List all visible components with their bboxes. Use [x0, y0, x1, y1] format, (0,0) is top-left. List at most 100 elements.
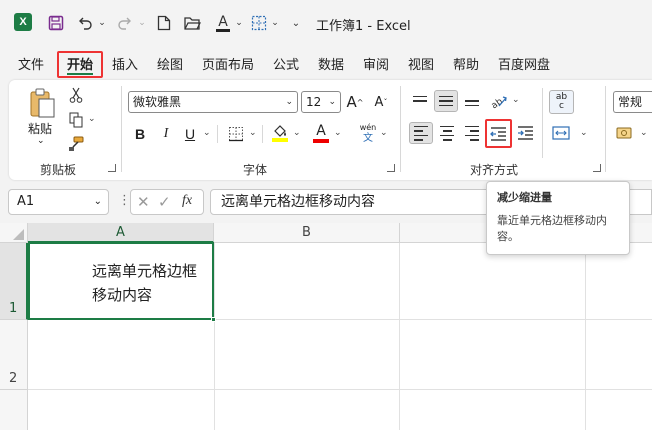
underline-dropdown-icon[interactable]: ⌄: [203, 128, 211, 138]
name-box[interactable]: A1 ⌄: [8, 189, 109, 215]
gridline: [585, 243, 586, 430]
paste-dropdown-icon[interactable]: ⌄: [37, 136, 45, 146]
redo-dropdown-icon: ⌄: [138, 18, 146, 28]
chevron-down-icon: ⌄: [328, 97, 336, 107]
row-number: 1: [9, 301, 18, 316]
new-file-icon[interactable]: [154, 12, 174, 34]
column-header-b[interactable]: B: [214, 223, 400, 243]
gridline: [28, 389, 652, 390]
copy-dropdown-icon[interactable]: ⌄: [88, 114, 96, 124]
phonetic-guide-icon[interactable]: wén 文: [356, 122, 380, 144]
separator: [542, 88, 543, 158]
borders-dropdown-icon[interactable]: ⌄: [270, 12, 280, 34]
excel-icon[interactable]: X: [14, 13, 32, 31]
align-center-icon[interactable]: [435, 122, 459, 144]
select-all-corner[interactable]: [0, 223, 28, 243]
copy-icon[interactable]: [67, 111, 85, 129]
font-name-value: 微软雅黑: [133, 95, 182, 109]
font-size-select[interactable]: 12 ⌄: [301, 91, 341, 113]
chevron-down-icon: ⌄: [285, 97, 293, 107]
decrease-font-size-icon[interactable]: Aˇ: [371, 92, 391, 112]
font-color-dropdown-icon[interactable]: ⌄: [334, 128, 342, 138]
row-header-1[interactable]: 1: [0, 243, 28, 320]
align-middle-icon[interactable]: [434, 90, 458, 112]
orientation-dropdown-icon[interactable]: ⌄: [512, 95, 520, 105]
menu-page-layout[interactable]: 页面布局: [202, 54, 254, 74]
bold-button[interactable]: B: [130, 124, 150, 144]
column-header-a[interactable]: A: [28, 223, 214, 243]
font-color-icon[interactable]: A: [311, 121, 331, 145]
font-size-value: 12: [306, 95, 322, 109]
menu-formulas[interactable]: 公式: [273, 54, 299, 74]
fill-color-icon[interactable]: [270, 122, 290, 144]
increase-indent-icon[interactable]: [514, 122, 536, 144]
clipboard-launcher-icon[interactable]: [108, 164, 116, 172]
fill-handle[interactable]: [211, 317, 216, 322]
phonetic-dropdown-icon[interactable]: ⌄: [380, 128, 388, 138]
borders-icon[interactable]: [226, 124, 246, 144]
menu-draw[interactable]: 绘图: [157, 54, 183, 74]
menu-insert[interactable]: 插入: [112, 54, 138, 74]
name-box-value: A1: [17, 194, 35, 209]
tooltip-body: 靠近单元格边框移动内容。: [497, 214, 607, 243]
cell-a1-line: 远离单元格边框: [92, 262, 198, 280]
separator: [400, 86, 401, 172]
align-right-icon[interactable]: [460, 122, 484, 144]
italic-button[interactable]: I: [156, 124, 176, 144]
orientation-icon[interactable]: ab: [488, 90, 510, 112]
redo-icon: [114, 12, 136, 34]
wrap-text-label: ab c: [555, 92, 568, 111]
decrease-indent-icon: [490, 126, 506, 141]
number-format-select[interactable]: 常规: [613, 91, 652, 113]
decrease-indent-button[interactable]: [485, 119, 512, 148]
fill-color-dropdown-icon[interactable]: ⌄: [293, 128, 301, 138]
align-left-icon[interactable]: [409, 122, 433, 144]
separator: [605, 86, 606, 172]
accounting-dropdown-icon[interactable]: ⌄: [640, 128, 648, 138]
enter-icon[interactable]: ✓: [158, 193, 171, 211]
undo-icon[interactable]: [74, 12, 96, 34]
row-header-2[interactable]: 2: [0, 320, 28, 390]
paste-icon[interactable]: [26, 86, 58, 120]
save-icon[interactable]: [46, 12, 66, 34]
increase-font-size-icon[interactable]: A ^: [345, 92, 365, 112]
menu-data[interactable]: 数据: [318, 54, 344, 74]
menu-review[interactable]: 审阅: [363, 54, 389, 74]
borders-icon[interactable]: [248, 12, 270, 34]
chevron-down-icon: ⌄: [93, 196, 102, 207]
undo-dropdown-icon[interactable]: ⌄: [96, 12, 108, 34]
font-launcher-icon[interactable]: [387, 164, 395, 172]
phonetic-top: wén: [359, 123, 377, 132]
font-color-icon[interactable]: A: [212, 12, 234, 34]
cut-icon[interactable]: [67, 86, 85, 104]
menu-help[interactable]: 帮助: [453, 54, 479, 74]
merge-dropdown-icon[interactable]: ⌄: [580, 128, 588, 138]
gridline: [399, 243, 400, 430]
font-name-select[interactable]: 微软雅黑 ⌄: [128, 91, 298, 113]
svg-text:ab: ab: [490, 97, 505, 109]
align-top-icon[interactable]: [408, 90, 432, 112]
customize-icon[interactable]: ⌄: [288, 12, 304, 34]
merge-center-icon[interactable]: [549, 122, 573, 144]
cancel-icon[interactable]: ✕: [137, 193, 150, 211]
open-folder-icon[interactable]: [181, 12, 203, 34]
window-title: 工作簿1 - Excel: [316, 19, 411, 34]
clipboard-group-label: 剪贴板: [40, 163, 77, 177]
separator: [217, 125, 218, 143]
underline-button[interactable]: U: [180, 124, 200, 144]
accounting-format-icon[interactable]: [614, 123, 636, 143]
alignment-launcher-icon[interactable]: [593, 164, 601, 172]
phonetic-bottom: 文: [363, 133, 373, 144]
paste-label[interactable]: 粘贴: [28, 120, 52, 137]
insert-function-button[interactable]: fx: [182, 193, 192, 209]
align-bottom-icon[interactable]: [460, 90, 484, 112]
row-header[interactable]: [0, 390, 28, 430]
wrap-text-icon[interactable]: ab c: [549, 90, 574, 114]
menu-baidu-netdisk[interactable]: 百度网盘: [498, 54, 550, 74]
menu-file[interactable]: 文件: [18, 54, 44, 74]
format-painter-icon[interactable]: [67, 135, 85, 153]
alignment-group-label: 对齐方式: [470, 163, 519, 177]
font-color-dropdown-icon[interactable]: ⌄: [234, 12, 244, 34]
menu-view[interactable]: 视图: [408, 54, 434, 74]
borders-dropdown-icon[interactable]: ⌄: [249, 128, 257, 138]
